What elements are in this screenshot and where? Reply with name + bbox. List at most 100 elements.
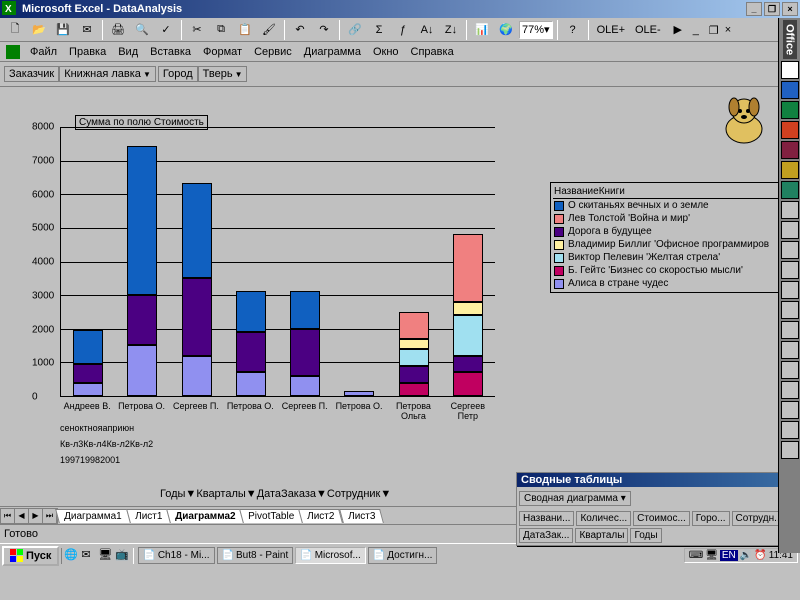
bar-segment[interactable] (127, 146, 157, 295)
office-icon-7[interactable] (781, 201, 799, 219)
filter-orderdate[interactable]: ДатаЗаказа▼ (257, 488, 327, 500)
office-icon-access[interactable] (781, 141, 799, 159)
ql-icon-4[interactable]: 📺 (115, 548, 131, 564)
bar-segment[interactable] (399, 339, 429, 349)
bar-segment[interactable] (290, 329, 320, 376)
bar-segment[interactable] (453, 372, 483, 396)
chart-wizard-icon[interactable]: 📊 (471, 20, 493, 40)
legend-item[interactable]: Владимир Биллиг 'Офисное программиров (553, 238, 787, 251)
bar-segment[interactable] (453, 315, 483, 356)
bar-segment[interactable] (73, 383, 103, 397)
tray-icon-3[interactable]: 🔊 (740, 550, 752, 561)
pivot-toolbar-title[interactable]: Сводные таблицы× (517, 473, 795, 487)
office-icon-14[interactable] (781, 341, 799, 359)
office-icon-12[interactable] (781, 301, 799, 319)
spellcheck-icon[interactable]: ✓ (155, 20, 177, 40)
taskbar-task[interactable]: 📄But8 - Paint (217, 547, 294, 564)
bar-segment[interactable] (344, 391, 374, 396)
tab-nav[interactable]: ⏮ ◀ ▶ ⏭ (0, 508, 58, 524)
pivot-chart-button[interactable]: Сводная диаграмма ▾ (519, 491, 631, 506)
filter-customer-value[interactable]: Книжная лавка▼ (59, 66, 156, 82)
pivot-wizard-icon[interactable] (633, 489, 651, 507)
print-icon[interactable]: 🖨 (107, 20, 129, 40)
filter-years[interactable]: Годы▼ (160, 488, 196, 500)
bar-segment[interactable] (290, 291, 320, 328)
filter-city-value[interactable]: Тверь▼ (198, 66, 248, 82)
legend-item[interactable]: Алиса в стране чудес (553, 277, 787, 290)
minimize-button[interactable]: _ (746, 2, 762, 16)
menu-service[interactable]: Сервис (248, 44, 298, 60)
office-icon-10[interactable] (781, 261, 799, 279)
tray-icon-2[interactable]: 🖥 (705, 550, 718, 561)
bar-stack[interactable] (399, 312, 429, 396)
pivot-hide-icon[interactable] (653, 489, 671, 507)
filter-employee[interactable]: Сотрудник▼ (327, 488, 391, 500)
taskbar-task[interactable]: 📄Достигн... (368, 547, 438, 564)
office-icon-13[interactable] (781, 321, 799, 339)
bar-segment[interactable] (182, 183, 212, 278)
preview-icon[interactable]: 🔍 (131, 20, 153, 40)
vba-icon[interactable]: ▶ (667, 20, 689, 40)
cut-icon[interactable]: ✂ (186, 20, 208, 40)
office-icon-ppt[interactable] (781, 121, 799, 139)
mail-icon[interactable]: ✉ (76, 20, 98, 40)
bar-segment[interactable] (73, 330, 103, 364)
ole-plus-button[interactable]: OLE+ (593, 24, 629, 36)
office-icon-18[interactable] (781, 421, 799, 439)
legend-item[interactable]: Б. Гейтс 'Бизнес со скоростью мысли' (553, 264, 787, 277)
sum-icon[interactable]: Σ (368, 20, 390, 40)
taskbar-task[interactable]: 📄Microsof... (295, 547, 366, 564)
zoom-combo[interactable]: 77% ▾ (519, 21, 553, 39)
pivot-refresh-icon[interactable] (673, 489, 691, 507)
office-shortcut-bar[interactable]: Office (778, 18, 800, 553)
restore-button[interactable]: ❐ (764, 2, 780, 16)
doc-restore-button[interactable]: ❐ (709, 24, 723, 36)
new-icon[interactable]: 🗋 (4, 20, 26, 40)
bar-segment[interactable] (399, 383, 429, 397)
bar-segment[interactable] (453, 234, 483, 302)
copy-icon[interactable]: ⧉ (210, 20, 232, 40)
sheet-tab[interactable]: Диаграмма1 (55, 509, 130, 523)
menu-help[interactable]: Справка (405, 44, 460, 60)
start-button[interactable]: Пуск (2, 546, 59, 566)
sheet-tab[interactable]: PivotTable (239, 509, 303, 523)
bar-segment[interactable] (236, 332, 266, 373)
ole-minus-button[interactable]: OLE- (631, 24, 665, 36)
tray-icon-1[interactable]: ⌨ (689, 550, 703, 561)
sheet-tab[interactable]: Диаграмма2 (166, 509, 244, 523)
tab-next-icon[interactable]: ▶ (29, 509, 43, 523)
help-icon[interactable]: ? (562, 20, 584, 40)
office-icon-11[interactable] (781, 281, 799, 299)
bar-segment[interactable] (127, 295, 157, 346)
close-button[interactable]: × (782, 2, 798, 16)
bar-stack[interactable] (453, 234, 483, 396)
office-icon-pub[interactable] (781, 181, 799, 199)
bar-stack[interactable] (344, 391, 374, 396)
ql-icon-3[interactable]: 🖥 (98, 548, 114, 564)
tab-first-icon[interactable]: ⏮ (1, 509, 15, 523)
chart-legend[interactable]: НазваниеКниги О скитаньях вечных и о зем… (550, 182, 790, 293)
open-icon[interactable]: 📂 (28, 20, 50, 40)
menu-format[interactable]: Формат (197, 44, 248, 60)
plot-area[interactable] (60, 127, 495, 397)
office-icon-excel[interactable] (781, 101, 799, 119)
sheet-tab[interactable]: Лист1 (126, 509, 171, 523)
sheet-tab[interactable]: Лист2 (299, 509, 344, 523)
fx-icon[interactable]: ƒ (392, 20, 414, 40)
chart-area[interactable]: Сумма по полю Стоимость Андреев В.Петров… (0, 87, 800, 507)
tray-lang[interactable]: EN (720, 550, 738, 561)
bar-segment[interactable] (290, 376, 320, 396)
paste-icon[interactable]: 📋 (234, 20, 256, 40)
save-icon[interactable]: 💾 (52, 20, 74, 40)
office-icon-word[interactable] (781, 81, 799, 99)
sort-asc-icon[interactable]: A↓ (416, 20, 438, 40)
undo-icon[interactable]: ↶ (289, 20, 311, 40)
bar-stack[interactable] (127, 146, 157, 396)
office-icon-19[interactable] (781, 441, 799, 459)
hyperlink-icon[interactable]: 🔗 (344, 20, 366, 40)
office-icon-8[interactable] (781, 221, 799, 239)
menu-edit[interactable]: Правка (63, 44, 112, 60)
menu-file[interactable]: Файл (24, 44, 63, 60)
taskbar-task[interactable]: 📄Ch18 - Mi... (138, 547, 214, 564)
doc-minimize-button[interactable]: _ (693, 24, 707, 36)
